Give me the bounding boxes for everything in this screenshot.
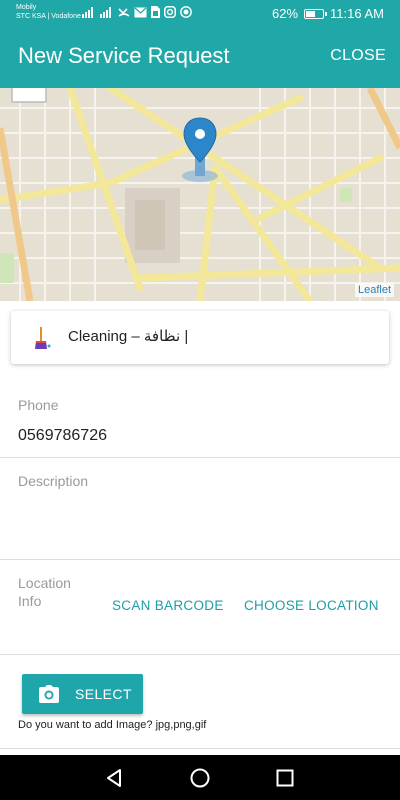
select-image-button[interactable]: SELECT [22,674,143,714]
app-bar: New Service Request CLOSE [0,28,400,88]
scan-barcode-button[interactable]: SCAN BARCODE [112,597,224,615]
battery-percent: 62% [272,6,299,21]
divider [0,748,400,749]
back-triangle-icon[interactable] [102,766,126,790]
close-button[interactable]: CLOSE [330,46,386,66]
choose-location-button[interactable]: CHOOSE LOCATION [244,597,379,615]
recents-square-icon[interactable] [273,766,297,790]
missed-call-icon [118,8,130,17]
instagram-icon [164,6,176,18]
divider [0,654,400,655]
phone-input[interactable]: 0569786726 [18,426,107,446]
page-title: New Service Request [18,43,230,68]
mail-icon [134,7,147,17]
divider [0,457,400,458]
location-label-line-1: Location [18,575,71,591]
camera-icon [39,685,59,703]
divider [0,559,400,560]
notification-icons [82,6,192,18]
map-view[interactable]: Leaflet [0,88,400,301]
description-input[interactable] [18,500,382,550]
description-label: Description [18,473,89,489]
select-label: SELECT [75,686,132,702]
carrier-info: Mobily STC KSA | Vodafone [16,3,81,21]
clock: 11:16 AM [330,6,384,21]
carrier-line-2: STC KSA | Vodafone [16,13,81,20]
category-card[interactable]: Cleaning – نظافة | [11,311,389,364]
status-bar: Mobily STC KSA | Vodafone 62% 11:16 AM [0,0,400,28]
carrier-line-1: Mobily [16,4,37,11]
signal-icon [100,7,111,18]
cleaning-broom-icon [35,327,51,349]
signal-icon [82,7,93,18]
location-label-line-2: Info [18,593,42,609]
status-right: 62% 11:16 AM [272,6,384,22]
whatsapp-icon [180,6,192,18]
category-label: Cleaning – نظافة | [68,328,189,345]
phone-label: Phone [18,397,59,413]
system-nav-bar [0,755,400,800]
map-attribution[interactable]: Leaflet [354,283,394,297]
map-pin-icon[interactable] [180,116,220,184]
sim-icon [151,6,160,18]
battery-icon [304,9,328,19]
image-hint: Do you want to add Image? jpg,png,gif [18,719,207,731]
home-circle-icon[interactable] [188,766,212,790]
